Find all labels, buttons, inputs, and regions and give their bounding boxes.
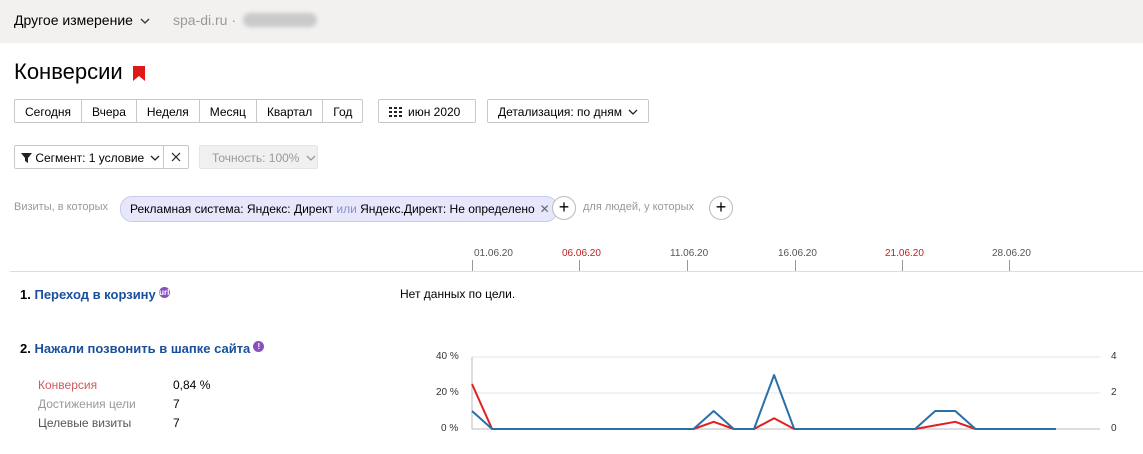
filter-prefix: Визиты, в которых — [14, 201, 108, 213]
chip-condition-1: Рекламная система: Яндекс: Директ — [130, 202, 334, 216]
add-visit-condition-button[interactable]: + — [552, 196, 576, 220]
visits-series-line — [471, 374, 1056, 430]
timeline-tick — [472, 260, 473, 271]
period-week-button[interactable]: Неделя — [136, 99, 200, 123]
url-goal-icon: url — [158, 287, 170, 298]
accuracy-dropdown[interactable]: Точность: 100% — [199, 145, 318, 169]
dimension-selector[interactable]: Другое измерение — [14, 12, 150, 28]
metric-label-achievements: Достижения цели — [38, 397, 136, 411]
chip-or: или — [336, 202, 357, 216]
filter-icon — [21, 153, 32, 163]
segment-label: Сегмент: 1 условие — [35, 151, 145, 165]
page-title: Конверсии — [14, 59, 123, 84]
period-quarter-button[interactable]: Квартал — [256, 99, 324, 123]
goal-link[interactable]: Переход в корзину — [34, 287, 155, 302]
bookmark-icon[interactable] — [133, 66, 145, 81]
divider — [10, 271, 1143, 272]
site-name: spa-di.ru · — [173, 12, 237, 28]
timeline-tick — [1009, 260, 1010, 271]
period-month-button[interactable]: Месяц — [199, 99, 257, 123]
close-icon — [171, 152, 181, 162]
period-selector: Сегодня Вчера Неделя Месяц Квартал Год — [14, 99, 364, 123]
chevron-down-icon — [150, 155, 160, 161]
alert-goal-icon: ! — [253, 341, 265, 352]
chevron-down-icon — [140, 18, 150, 24]
goal-2: 2. Нажали позвонить в шапке сайта! — [20, 341, 265, 356]
period-today-button[interactable]: Сегодня — [14, 99, 82, 123]
dimension-label: Другое измерение — [14, 12, 133, 28]
chevron-down-icon — [628, 109, 638, 115]
people-label: для людей, у которых — [583, 201, 694, 213]
y-left-tick: 0 % — [441, 423, 459, 434]
y-right-tick: 4 — [1111, 351, 1117, 362]
conversion-series-line — [471, 383, 1056, 430]
goal-link[interactable]: Нажали позвонить в шапке сайта — [34, 341, 250, 356]
period-year-button[interactable]: Год — [323, 99, 364, 123]
calendar-icon — [389, 107, 402, 117]
timeline-date-label: 28.06.20 — [992, 248, 1031, 259]
metric-label-target-visits: Целевые визиты — [38, 416, 132, 430]
metric-label-conversion: Конверсия — [38, 378, 98, 392]
segment-clear-button[interactable] — [163, 145, 189, 169]
detail-dropdown[interactable]: Детализация: по дням — [487, 99, 650, 123]
segment-button[interactable]: Сегмент: 1 условие — [14, 145, 166, 169]
date-picker-button[interactable]: июн 2020 — [378, 99, 476, 123]
chip-remove-icon[interactable]: ✕ — [540, 197, 550, 221]
top-bar: Другое измерение spa-di.ru · — [0, 0, 1143, 43]
y-left-tick: 20 % — [436, 387, 459, 398]
goal-number: 2. — [20, 341, 31, 356]
metric-value-achievements: 7 — [173, 397, 180, 411]
goal-1: 1. Переход в корзину url — [20, 287, 170, 302]
goal-number: 1. — [20, 287, 31, 302]
plus-icon: + — [715, 197, 727, 217]
blurred-counter-id — [243, 13, 317, 27]
metric-value-target-visits: 7 — [173, 416, 180, 430]
filter-chip[interactable]: Рекламная система: Яндекс: Директ или Ян… — [120, 196, 558, 222]
timeline-tick — [579, 260, 580, 271]
y-right-tick: 0 — [1111, 423, 1117, 434]
timeline-date-label: 21.06.20 — [885, 248, 924, 259]
timeline-tick — [795, 260, 796, 271]
y-right-tick: 2 — [1111, 387, 1117, 398]
no-data-message: Нет данных по цели. — [400, 287, 516, 301]
detail-label: Детализация: по дням — [498, 105, 622, 119]
period-yesterday-button[interactable]: Вчера — [82, 99, 137, 123]
add-people-condition-button[interactable]: + — [709, 196, 733, 220]
metric-value-conversion: 0,84 % — [173, 378, 211, 392]
timeline-date-label: 16.06.20 — [778, 248, 817, 259]
timeline-tick — [902, 260, 903, 271]
chip-condition-2: Яндекс.Директ: Не определено — [360, 202, 535, 216]
y-left-tick: 40 % — [436, 351, 459, 362]
timeline-tick — [687, 260, 688, 271]
plus-icon: + — [558, 197, 570, 217]
timeline-date-label: 11.06.20 — [670, 248, 709, 259]
accuracy-label: Точность: 100% — [212, 151, 300, 165]
chevron-down-icon — [306, 155, 316, 161]
goal-chart — [471, 356, 1100, 430]
timeline-date-label: 06.06.20 — [562, 248, 601, 259]
date-label: июн 2020 — [408, 105, 461, 119]
timeline-date-label: 01.06.20 — [474, 248, 513, 259]
